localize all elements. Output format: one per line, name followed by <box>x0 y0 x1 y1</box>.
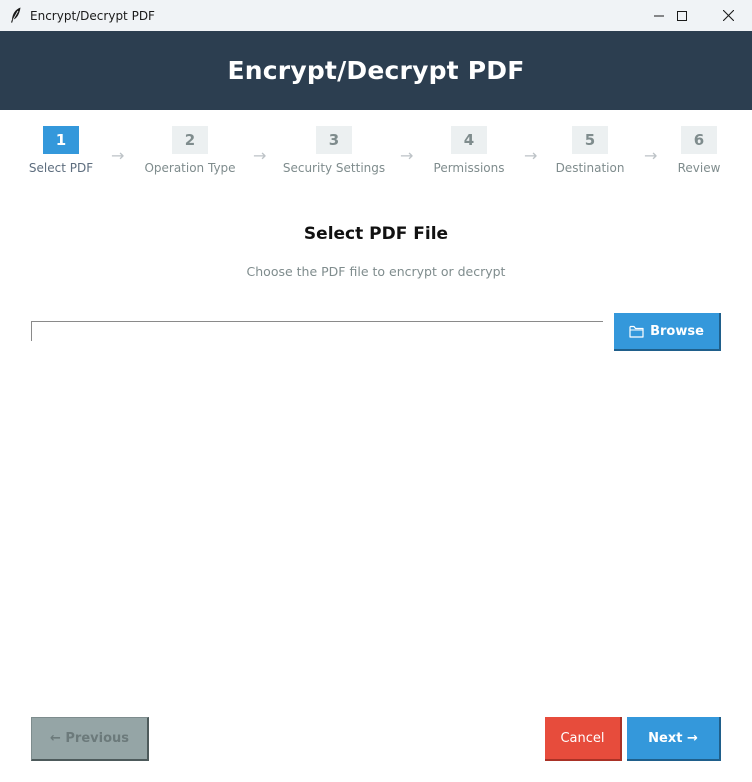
step-2-number: 2 <box>172 126 208 154</box>
page-title: Encrypt/Decrypt PDF <box>227 56 525 85</box>
close-icon <box>722 10 734 21</box>
previous-button[interactable]: ← Previous <box>31 717 149 761</box>
step-arrow: → <box>253 146 267 165</box>
pdf-file-input[interactable] <box>31 321 603 341</box>
step-arrow: → <box>644 146 658 165</box>
cancel-button[interactable]: Cancel <box>545 717 622 761</box>
section-subtitle: Choose the PDF file to encrypt or decryp… <box>246 264 506 279</box>
browse-button-label: Browse <box>650 323 704 339</box>
step-3-number: 3 <box>316 126 352 154</box>
step-4-number: 4 <box>451 126 487 154</box>
step-1-label: Select PDF <box>28 161 94 175</box>
browse-button[interactable]: Browse <box>614 313 721 351</box>
section-title: Select PDF File <box>303 224 449 244</box>
close-button[interactable] <box>705 0 751 31</box>
step-2-label: Operation Type <box>144 161 236 175</box>
step-6-label: Review <box>677 161 721 175</box>
step-6-number: 6 <box>681 126 717 154</box>
step-3-label: Security Settings <box>282 161 386 175</box>
step-5-number: 5 <box>572 126 608 154</box>
app-header: Encrypt/Decrypt PDF <box>0 31 752 110</box>
step-arrow: → <box>111 146 125 165</box>
folder-icon <box>629 325 644 338</box>
window-title: Encrypt/Decrypt PDF <box>30 9 155 23</box>
maximize-icon <box>677 10 687 21</box>
step-5-label: Destination <box>555 161 625 175</box>
step-arrow: → <box>400 146 414 165</box>
step-1-number: 1 <box>43 126 79 154</box>
step-4-label: Permissions <box>433 161 505 175</box>
feather-icon <box>10 7 22 23</box>
window-titlebar: Encrypt/Decrypt PDF <box>0 0 752 31</box>
maximize-button[interactable] <box>659 0 705 31</box>
next-button[interactable]: Next → <box>627 717 721 761</box>
step-arrow: → <box>524 146 538 165</box>
